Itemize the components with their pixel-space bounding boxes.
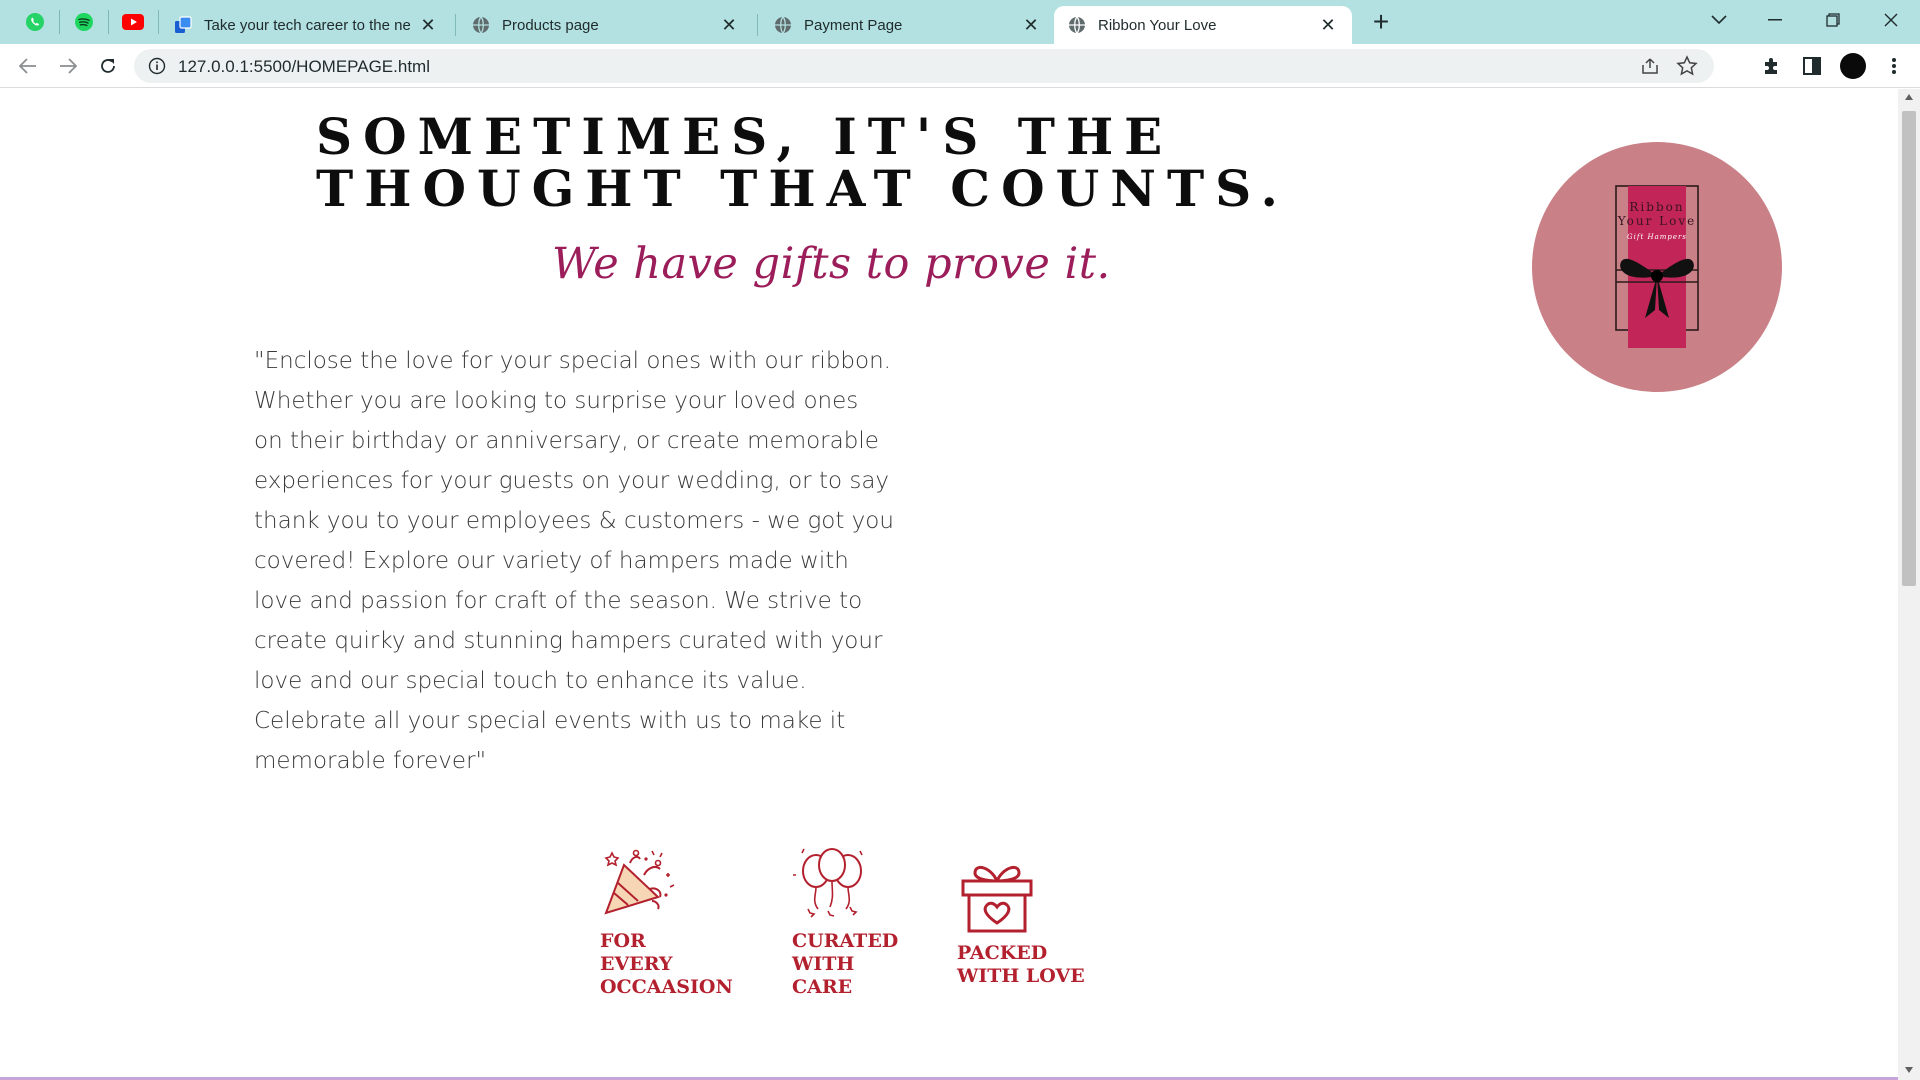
globe-icon <box>472 16 490 34</box>
gift-box-icon <box>961 865 1033 933</box>
minimize-button[interactable] <box>1752 0 1798 40</box>
page-headline: SOMETIMES, IT'S THE THOUGHT THAT COUNTS. <box>316 111 1289 215</box>
whatsapp-pinned-tab[interactable] <box>22 9 48 35</box>
scroll-thumb[interactable] <box>1902 111 1916 586</box>
extensions-button[interactable] <box>1760 54 1784 78</box>
logo-text-line-2: Your Love <box>1617 214 1697 228</box>
close-tab-icon[interactable]: ✕ <box>719 15 739 35</box>
share-icon[interactable] <box>1640 56 1660 76</box>
tab-tech-career[interactable]: Take your tech career to the next ✕ <box>160 6 452 44</box>
reload-button[interactable] <box>92 50 124 82</box>
restore-button[interactable] <box>1810 0 1856 40</box>
tab-title: Payment Page <box>804 16 903 34</box>
forward-button[interactable] <box>52 50 84 82</box>
restore-icon <box>1826 13 1840 27</box>
brand-logo[interactable]: Ribbon Your Love Gift Hampers <box>1532 142 1782 392</box>
web-page: SOMETIMES, IT'S THE THOUGHT THAT COUNTS.… <box>0 89 1898 1080</box>
side-panel-button[interactable] <box>1800 54 1824 78</box>
scroll-up-arrow-icon[interactable] <box>1904 93 1914 101</box>
more-vertical-icon <box>1892 58 1896 74</box>
browser-menu-button[interactable] <box>1882 54 1906 78</box>
tab-payment-page[interactable]: Payment Page ✕ <box>760 6 1055 44</box>
headline-line-2: THOUGHT THAT COUNTS. <box>316 159 1289 218</box>
globe-icon <box>774 16 792 34</box>
headline-line-1: SOMETIMES, IT'S THE <box>316 107 1174 166</box>
reload-icon <box>101 59 115 73</box>
tab-products-page[interactable]: Products page ✕ <box>458 6 753 44</box>
youtube-icon <box>122 14 144 30</box>
about-paragraph: "Enclose the love for your special ones … <box>254 348 894 774</box>
tab-ribbon-your-love[interactable]: Ribbon Your Love ✕ <box>1054 6 1352 44</box>
arrow-left-icon <box>19 58 36 74</box>
address-bar[interactable]: 127.0.0.1:5500/HOMEPAGE.html <box>134 49 1714 83</box>
profile-avatar[interactable] <box>1838 51 1868 81</box>
site-favicon-icon <box>174 16 192 34</box>
globe-icon <box>1068 16 1086 34</box>
browser-toolbar: 127.0.0.1:5500/HOMEPAGE.html <box>0 44 1920 88</box>
youtube-pinned-tab[interactable] <box>120 9 146 35</box>
feature-label: PACKED WITH LOVE <box>957 942 1085 987</box>
logo-text-line-1: Ribbon <box>1629 200 1685 214</box>
balloons-icon <box>793 848 863 918</box>
close-icon <box>1884 13 1898 27</box>
back-button[interactable] <box>12 50 44 82</box>
feature-label: FOR EVERY OCCAASION <box>600 930 733 998</box>
whatsapp-icon <box>26 13 44 31</box>
feature-every-occasion: FOR EVERY OCCAASION <box>600 845 733 999</box>
tagline: We have gifts to prove it. <box>552 239 1111 289</box>
url-text[interactable]: 127.0.0.1:5500/HOMEPAGE.html <box>178 57 430 77</box>
logo-text-line-3: Gift Hampers <box>1627 233 1687 241</box>
close-tab-icon[interactable]: ✕ <box>418 15 438 35</box>
puzzle-piece-icon <box>1765 58 1777 74</box>
side-panel-icon <box>1803 57 1821 75</box>
spotify-pinned-tab[interactable] <box>71 9 97 35</box>
chevron-down-icon <box>1711 15 1727 25</box>
avatar-icon <box>1840 53 1866 79</box>
scroll-down-arrow-icon[interactable] <box>1904 1066 1914 1074</box>
bookmark-star-icon[interactable] <box>1676 55 1698 77</box>
close-tab-icon[interactable]: ✕ <box>1318 15 1338 35</box>
tab-strip: Take your tech career to the next ✕ Prod… <box>0 0 1920 44</box>
minimize-icon <box>1768 19 1782 21</box>
spotify-icon <box>75 13 93 31</box>
arrow-right-icon <box>60 58 77 74</box>
site-info-icon[interactable] <box>148 57 166 75</box>
tab-title: Take your tech career to the next <box>204 16 410 34</box>
tab-title: Products page <box>502 16 599 34</box>
feature-label: CURATED WITH CARE <box>792 930 899 998</box>
feature-packed-with-love: PACKED WITH LOVE <box>957 857 1085 988</box>
new-tab-button[interactable]: + <box>1366 6 1396 37</box>
close-tab-icon[interactable]: ✕ <box>1021 15 1041 35</box>
close-window-button[interactable] <box>1868 0 1914 40</box>
tab-search-button[interactable] <box>1696 0 1742 40</box>
page-scrollbar[interactable] <box>1898 89 1920 1080</box>
tab-title: Ribbon Your Love <box>1098 16 1217 34</box>
party-popper-icon <box>604 849 675 915</box>
bow-logo-icon <box>1615 185 1699 348</box>
feature-curated-with-care: CURATED WITH CARE <box>792 845 898 999</box>
